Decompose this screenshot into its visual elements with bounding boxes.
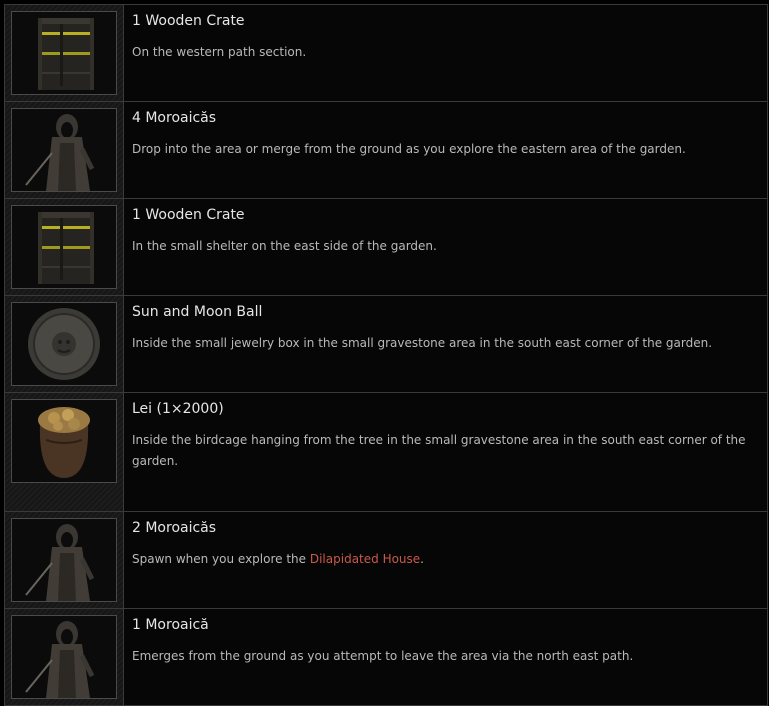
text-cell: 1 Moroaică Emerges from the ground as yo…	[124, 609, 767, 705]
item-description: Drop into the area or merge from the gro…	[132, 142, 686, 156]
item-title: 4 Moroaicăs	[132, 110, 217, 126]
image-cell	[5, 102, 124, 198]
image-cell	[5, 199, 124, 295]
table-row: 1 Wooden Crate On the western path secti…	[4, 5, 768, 102]
table-row: 1 Moroaică Emerges from the ground as yo…	[4, 609, 768, 706]
item-table: 1 Wooden Crate On the western path secti…	[4, 4, 768, 706]
item-description: Spawn when you explore the Dilapidated H…	[132, 549, 759, 570]
image-cell	[5, 296, 124, 392]
item-title: 2 Moroaicăs	[132, 520, 217, 536]
item-title: 1 Wooden Crate	[132, 207, 245, 223]
item-title: 1 Moroaică	[132, 617, 209, 633]
wooden-crate-icon	[11, 11, 117, 95]
table-row: 2 Moroaicăs Spawn when you explore the D…	[4, 512, 768, 609]
text-cell: 1 Wooden Crate In the small shelter on t…	[124, 199, 767, 295]
sun-and-moon-ball-icon	[11, 302, 117, 386]
text-cell: Sun and Moon Ball Inside the small jewel…	[124, 296, 767, 392]
item-title: Sun and Moon Ball	[132, 304, 263, 320]
item-description: Inside the small jewelry box in the smal…	[132, 336, 713, 350]
table-row: 4 Moroaicăs Drop into the area or merge …	[4, 102, 768, 199]
text-cell: 1 Wooden Crate On the western path secti…	[124, 5, 767, 101]
item-title: 1 Wooden Crate	[132, 13, 245, 29]
moroaica-icon	[11, 108, 117, 192]
item-description: Emerges from the ground as you attempt t…	[132, 649, 634, 663]
description-text: Spawn when you explore the	[132, 552, 310, 566]
image-cell	[5, 609, 124, 705]
dilapidated-house-link[interactable]: Dilapidated House	[310, 552, 420, 566]
moroaica-icon	[11, 615, 117, 699]
item-title: Lei (1×2000)	[132, 401, 224, 417]
text-cell: 4 Moroaicăs Drop into the area or merge …	[124, 102, 767, 198]
image-cell	[5, 393, 124, 511]
table-row: Lei (1×2000) Inside the birdcage hanging…	[4, 393, 768, 512]
wooden-crate-icon	[11, 205, 117, 289]
text-cell: 2 Moroaicăs Spawn when you explore the D…	[124, 512, 767, 608]
table-row: Sun and Moon Ball Inside the small jewel…	[4, 296, 768, 393]
text-cell: Lei (1×2000) Inside the birdcage hanging…	[124, 393, 767, 511]
image-cell	[5, 512, 124, 608]
lei-coin-pouch-icon	[11, 399, 117, 483]
item-description: On the western path section.	[132, 45, 307, 59]
description-text: .	[420, 552, 424, 566]
table-row: 1 Wooden Crate In the small shelter on t…	[4, 199, 768, 296]
item-description: Inside the birdcage hanging from the tre…	[132, 433, 746, 468]
moroaica-icon	[11, 518, 117, 602]
image-cell	[5, 5, 124, 101]
item-description: In the small shelter on the east side of…	[132, 239, 437, 253]
